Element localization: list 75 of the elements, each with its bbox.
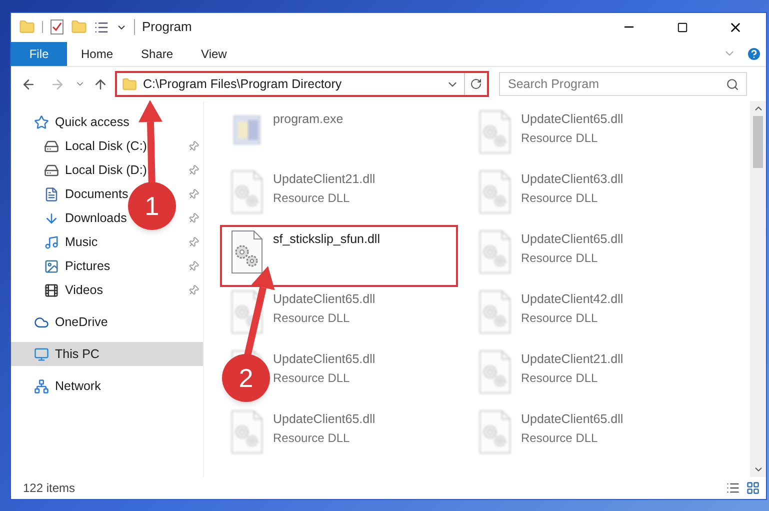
ribbon-tab[interactable]: File <box>11 42 67 66</box>
file-name[interactable]: UpdateClient65.dll <box>521 230 624 249</box>
window-title: Program <box>142 18 192 36</box>
drive-icon <box>44 138 59 154</box>
gear-file-icon <box>478 170 512 214</box>
details-view-button[interactable] <box>726 481 740 495</box>
star-icon <box>34 114 49 130</box>
sidebar-item[interactable]: Network <box>11 374 203 398</box>
file-type: Resource DLL <box>273 370 351 387</box>
music-note-icon <box>44 234 59 250</box>
ribbon-tab[interactable]: View <box>187 42 241 66</box>
file-type: Resource DLL <box>521 250 599 267</box>
file-name[interactable]: UpdateClient21.dll <box>273 170 376 189</box>
properties-icon[interactable] <box>50 19 64 35</box>
ribbon-tab[interactable]: Home <box>67 42 128 66</box>
refresh-icon[interactable] <box>470 78 482 90</box>
back-button[interactable] <box>21 76 36 92</box>
file-name[interactable]: UpdateClient65.dll <box>521 410 624 429</box>
gear-file-icon <box>230 170 264 214</box>
file-name[interactable]: UpdateClient65.dll <box>273 350 376 369</box>
search-field[interactable]: Search Program <box>499 72 747 96</box>
cloud-icon <box>34 314 49 330</box>
gear-file-icon <box>230 290 264 334</box>
sidebar-item[interactable]: Local Disk (D:) <box>11 158 203 182</box>
large-icons-view-button[interactable] <box>746 481 760 495</box>
file-type: Resource DLL <box>521 430 599 447</box>
file-item[interactable]: sf_stickslip_sfun.dll <box>221 226 457 286</box>
file-type: Resource DLL <box>521 310 599 327</box>
gear-file-icon <box>478 410 512 454</box>
file-type: Resource DLL <box>273 190 351 207</box>
document-icon <box>44 186 59 202</box>
sidebar-item[interactable]: Pictures <box>11 254 203 278</box>
sidebar-item[interactable]: Quick access <box>11 110 203 134</box>
gear-file-icon <box>478 290 512 334</box>
ribbon-tab[interactable]: Share <box>127 42 188 66</box>
help-icon[interactable] <box>746 46 762 62</box>
file-name[interactable]: UpdateClient21.dll <box>521 350 624 369</box>
file-name[interactable]: UpdateClient63.dll <box>521 170 624 189</box>
film-icon <box>44 282 59 298</box>
file-name[interactable]: sf_stickslip_sfun.dll <box>273 230 380 249</box>
monitor-icon <box>34 346 49 362</box>
file-name[interactable]: UpdateClient42.dll <box>521 290 624 309</box>
drive-icon <box>44 162 59 178</box>
sidebar-item[interactable]: This PC <box>11 342 203 366</box>
file-type: Resource DLL <box>521 130 599 147</box>
file-type: Resource DLL <box>521 370 599 387</box>
image-icon <box>44 258 59 274</box>
item-count: 122 items <box>23 480 76 497</box>
folder-icon <box>122 76 137 92</box>
file-type: Resource DLL <box>521 190 599 207</box>
scrollbar[interactable] <box>750 101 766 477</box>
address-path: C:\Program Files\Program Directory <box>143 76 343 93</box>
view-icon[interactable] <box>94 20 109 34</box>
file-type: Resource DLL <box>273 310 351 327</box>
file-name[interactable]: UpdateClient65.dll <box>273 290 376 309</box>
network-icon <box>34 378 49 394</box>
up-button[interactable] <box>93 76 108 92</box>
sidebar-item[interactable]: Music <box>11 230 203 254</box>
scrollbar-thumb[interactable] <box>753 116 763 168</box>
search-icon[interactable] <box>726 78 739 91</box>
sidebar-item[interactable]: OneDrive <box>11 310 203 334</box>
file-name[interactable]: UpdateClient65.dll <box>521 110 624 129</box>
gear-file-icon <box>230 230 264 274</box>
file-name[interactable]: UpdateClient65.dll <box>273 410 376 429</box>
address-bar[interactable]: C:\Program Files\Program Directory <box>115 71 489 97</box>
sidebar-item[interactable]: Videos <box>11 278 203 302</box>
down-arrow-icon <box>44 210 59 226</box>
file-type: Resource DLL <box>273 430 351 447</box>
file-name[interactable]: program.exe <box>273 110 344 129</box>
gear-file-icon <box>230 410 264 454</box>
sidebar-item[interactable]: Local Disk (C:) <box>11 134 203 158</box>
gear-file-icon <box>478 110 512 154</box>
maximize-icon <box>676 22 688 32</box>
gear-file-icon <box>478 350 512 394</box>
gear-file-icon <box>478 230 512 274</box>
